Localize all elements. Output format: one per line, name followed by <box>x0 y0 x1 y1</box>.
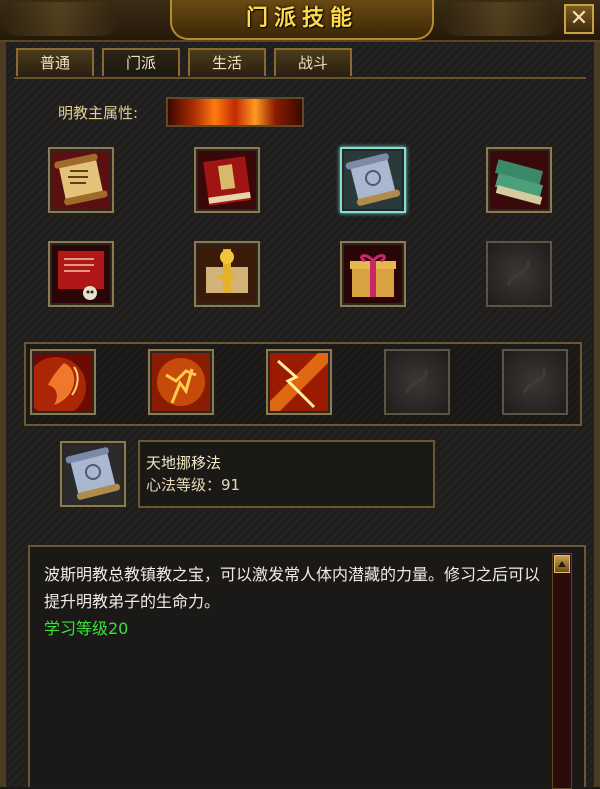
description-panel: 波斯明教总教镇教之宝，可以激发常人体内潜藏的力量。修习之后可以提升明教弟子的生命… <box>28 545 586 789</box>
flame-face-icon <box>34 353 92 411</box>
gift-box-icon <box>344 245 402 303</box>
tab-combat[interactable]: 战斗 <box>274 48 352 76</box>
close-button[interactable]: ✕ <box>564 4 594 34</box>
attribute-label: 明教主属性: <box>58 104 139 122</box>
skill-slot-scroll[interactable] <box>48 147 114 213</box>
tab-sect[interactable]: 门派 <box>102 48 180 76</box>
skill-slot-red-book[interactable] <box>194 147 260 213</box>
active-skill-empty[interactable] <box>502 349 568 415</box>
description-scrollbar[interactable] <box>552 553 572 789</box>
blue-scroll-icon <box>64 445 122 503</box>
right-ornament <box>440 2 560 36</box>
red-book-icon <box>198 151 256 209</box>
tab-general[interactable]: 普通 <box>16 48 94 76</box>
scroll-up-button[interactable] <box>554 555 570 573</box>
window-title: 门派技能 <box>170 0 434 40</box>
skill-slot-golden-key-scroll[interactable] <box>194 241 260 307</box>
left-ornament <box>0 2 120 36</box>
scroll-icon <box>52 151 110 209</box>
empty-slot-icon <box>506 260 530 286</box>
active-skill-empty[interactable] <box>384 349 450 415</box>
tab-divider <box>14 77 586 79</box>
skill-slot-empty[interactable] <box>486 241 552 307</box>
skill-info-box: 天地挪移法 心法等级：91 <box>138 440 435 508</box>
tab-life[interactable]: 生活 <box>188 48 266 76</box>
golden-key-scroll-icon <box>198 245 256 303</box>
selected-skill-icon <box>60 441 126 507</box>
green-books-icon <box>490 151 548 209</box>
red-scroll-skull-icon <box>52 245 110 303</box>
flame-warrior-icon <box>152 353 210 411</box>
skill-description: 波斯明教总教镇教之宝，可以激发常人体内潜藏的力量。修习之后可以提升明教弟子的生命… <box>44 565 541 611</box>
skill-slot-gift-box[interactable] <box>340 241 406 307</box>
skill-name: 天地挪移法 <box>146 454 222 472</box>
blue-scroll-icon <box>344 151 402 209</box>
title-bar[interactable]: 门派技能 ✕ <box>0 0 600 42</box>
learn-requirement: 学习等级20 <box>44 619 129 638</box>
empty-slot-icon <box>404 368 428 394</box>
skill-slot-green-books[interactable] <box>486 147 552 213</box>
skill-slot-red-scroll-skull[interactable] <box>48 241 114 307</box>
fire-bar-icon <box>166 97 304 127</box>
skill-level: 心法等级：91 <box>146 476 241 494</box>
active-skill-flame-face[interactable] <box>30 349 96 415</box>
empty-slot-icon <box>522 368 546 394</box>
skill-slot-blue-scroll[interactable] <box>340 147 406 213</box>
active-skill-lightning[interactable] <box>266 349 332 415</box>
lightning-strike-icon <box>270 353 328 411</box>
active-skill-flame-warrior[interactable] <box>148 349 214 415</box>
